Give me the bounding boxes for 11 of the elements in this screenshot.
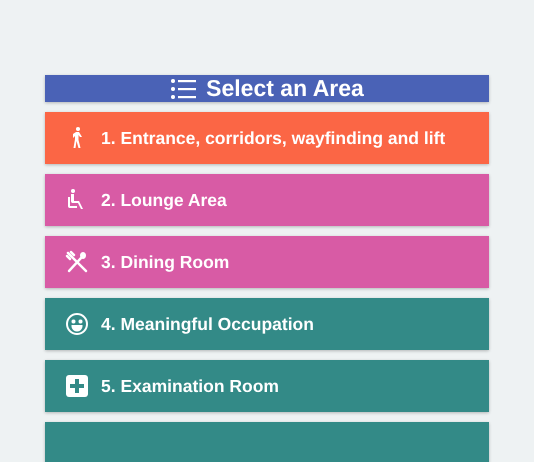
area-button[interactable]: 1. Entrance, corridors, wayfinding and lift (45, 112, 489, 164)
fork-and-spoon-icon (65, 250, 89, 274)
area-button[interactable] (45, 422, 489, 462)
medical-cross-icon (65, 374, 89, 398)
area-button[interactable]: 3. Dining Room (45, 236, 489, 288)
list-icon (170, 78, 196, 100)
area-button[interactable]: 2. Lounge Area (45, 174, 489, 226)
header-title: Select an Area (206, 75, 364, 102)
area-button[interactable]: 4. Meaningful Occupation (45, 298, 489, 350)
area-button[interactable]: 5. Examination Room (45, 360, 489, 412)
smiley-icon (65, 312, 89, 336)
